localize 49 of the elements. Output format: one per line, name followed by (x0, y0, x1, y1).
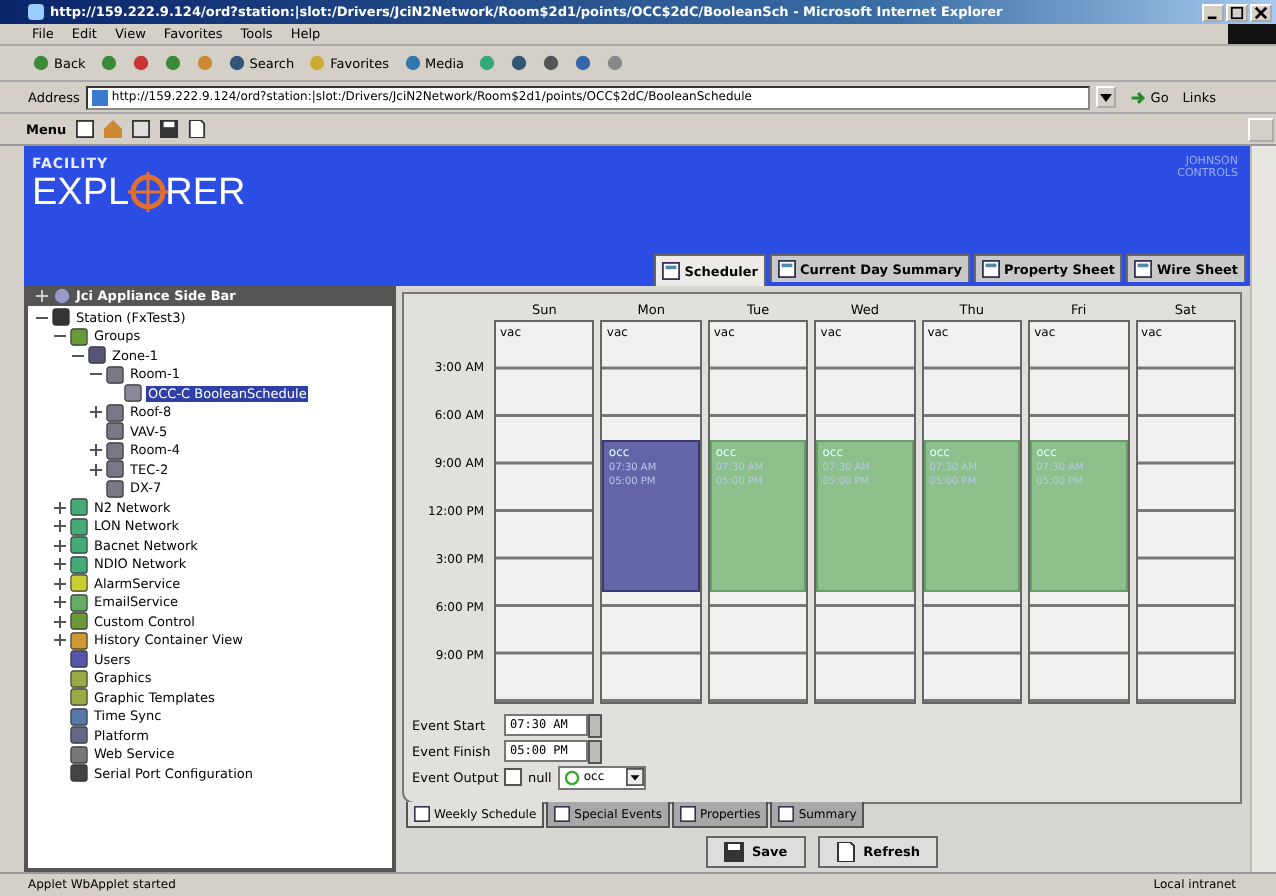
scrollbar[interactable] (1250, 146, 1276, 872)
browser-icon (28, 4, 44, 20)
checkbox[interactable] (504, 768, 522, 786)
expand-icon[interactable] (90, 463, 102, 476)
expand-icon[interactable] (54, 501, 66, 514)
tab-icon (414, 806, 430, 822)
expand-icon[interactable] (54, 539, 66, 552)
save-icon[interactable] (160, 120, 179, 138)
maximize-icon (1230, 5, 1244, 19)
save-icon (723, 842, 744, 862)
tab-icon (778, 806, 795, 822)
logo-text: RER (165, 173, 246, 211)
window-icon (1134, 260, 1153, 278)
maximize-button[interactable] (1226, 3, 1248, 21)
circle-icon (54, 288, 70, 304)
document-icon[interactable] (188, 120, 207, 138)
page-icon (91, 89, 108, 105)
close-icon (1254, 5, 1268, 19)
tab-icon (554, 806, 571, 822)
target-icon (127, 172, 168, 212)
panel-icon[interactable] (76, 120, 95, 138)
minimize-button[interactable] (1202, 3, 1224, 21)
logo-text: EXPL (32, 173, 130, 211)
tab-icon (679, 806, 696, 822)
collapse-icon[interactable] (36, 311, 48, 324)
arrow-icon (1130, 89, 1147, 105)
collapse-icon[interactable] (72, 349, 84, 362)
spinner-button[interactable] (588, 713, 602, 737)
collapse-icon[interactable] (54, 330, 66, 343)
expand-icon[interactable] (54, 634, 66, 647)
expand-icon[interactable] (54, 558, 66, 571)
circle-icon (563, 769, 580, 785)
dropdown-button[interactable] (1096, 86, 1117, 108)
window-icon (777, 260, 796, 278)
caret-icon (1100, 93, 1113, 101)
window-icon (662, 262, 681, 280)
expand-icon[interactable] (54, 577, 66, 590)
spinner-button[interactable] (588, 739, 602, 763)
expand-icon[interactable] (54, 596, 66, 609)
caret-icon (625, 768, 644, 786)
expand-icon[interactable] (54, 520, 66, 533)
collapse-icon[interactable] (90, 368, 102, 381)
window-icon (981, 260, 1000, 278)
document-icon (835, 842, 856, 862)
expand-icon[interactable] (90, 444, 102, 457)
expand-icon[interactable] (90, 406, 102, 419)
windows-logo-icon (1228, 24, 1276, 44)
expand-icon[interactable] (54, 615, 66, 628)
close-button[interactable] (1250, 3, 1272, 21)
